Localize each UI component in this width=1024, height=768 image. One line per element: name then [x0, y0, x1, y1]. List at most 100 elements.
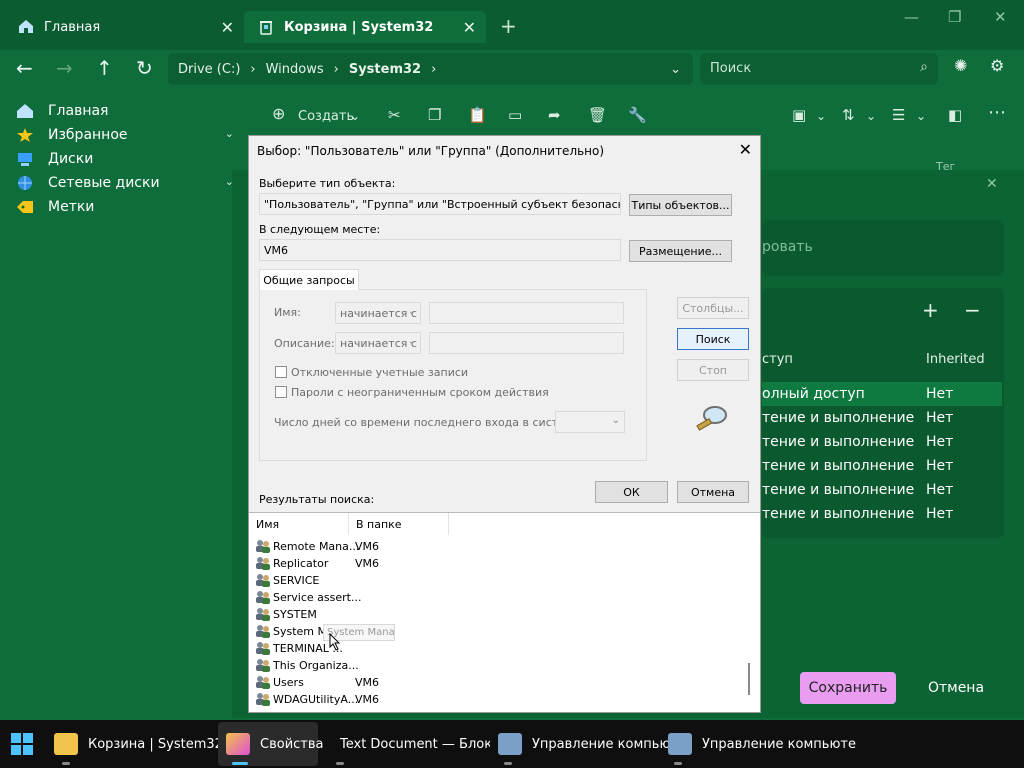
share-icon[interactable]: ➦: [548, 106, 561, 124]
close-icon[interactable]: ✕: [463, 18, 476, 37]
cut-icon[interactable]: ✂: [388, 106, 401, 124]
breadcrumb-item[interactable]: Windows: [266, 62, 324, 77]
list-item[interactable]: Replicator VM6: [255, 555, 735, 572]
rename-icon[interactable]: ▭: [508, 106, 522, 124]
paste-icon[interactable]: 📋: [468, 106, 487, 124]
breadcrumb[interactable]: Drive (C:) › Windows › System32 › ⌄: [168, 53, 693, 85]
name-input[interactable]: [429, 302, 624, 324]
taskbar-app-notepad[interactable]: Text Document — Блок: [330, 732, 490, 756]
view-icon[interactable]: ☰: [892, 106, 905, 124]
list-item[interactable]: Service assert...: [255, 589, 735, 606]
add-icon[interactable]: ⊕: [272, 104, 285, 123]
chevron-down-icon[interactable]: ⌄: [670, 62, 681, 77]
permission-row[interactable]: олный доступ Нет: [762, 382, 1002, 406]
forward-icon[interactable]: →: [56, 56, 73, 80]
ok-button[interactable]: ОК: [595, 481, 668, 503]
delete-icon[interactable]: 🗑: [588, 106, 607, 124]
add-icon[interactable]: +: [922, 298, 939, 322]
close-icon[interactable]: ✕: [739, 140, 752, 159]
breadcrumb-item[interactable]: System32: [349, 62, 421, 77]
permission-row[interactable]: тение и выполнение Нет: [762, 502, 1002, 526]
permission-row[interactable]: тение и выполнение Нет: [762, 430, 1002, 454]
up-icon[interactable]: ↑: [96, 56, 113, 80]
back-icon[interactable]: ←: [16, 56, 33, 80]
chevron-down-icon[interactable]: ⌄: [816, 109, 826, 123]
user-group-icon: [255, 624, 271, 639]
select-icon[interactable]: ▣: [792, 106, 806, 124]
permission-row[interactable]: тение и выполнение Нет: [762, 454, 1002, 478]
search-button[interactable]: Поиск: [677, 328, 749, 350]
list-item[interactable]: SYSTEM: [255, 606, 735, 623]
permission-row[interactable]: тение и выполнение Нет: [762, 406, 1002, 430]
permission-row[interactable]: тение и выполнение Нет: [762, 478, 1002, 502]
minimize-icon[interactable]: —: [904, 8, 919, 26]
taskbar-app-computer-management-2[interactable]: Управление компьюте: [668, 732, 856, 756]
tab-home[interactable]: Главная ✕: [4, 11, 244, 43]
taskbar-app-explorer[interactable]: Корзина | System32 (2): [54, 732, 245, 756]
taskbar-app-label: Управление компьюте: [532, 736, 686, 752]
chevron-down-icon[interactable]: ⌄: [866, 109, 876, 123]
close-icon[interactable]: ✕: [221, 18, 234, 37]
list-item[interactable]: Remote Mana... VM6: [255, 538, 735, 555]
start-icon[interactable]: [10, 732, 34, 760]
chevron-down-icon[interactable]: ⌄: [225, 127, 234, 140]
preview-pane-icon[interactable]: ◧: [948, 106, 962, 124]
copy-icon[interactable]: ❐: [428, 106, 441, 124]
taskbar-app-computer-management-1[interactable]: Управление компьюте: [498, 732, 686, 756]
tab-system32[interactable]: Корзина | System32 ✕: [244, 11, 486, 43]
sidebar-item-drives[interactable]: Диски: [16, 147, 93, 171]
create-button[interactable]: Создать: [298, 109, 354, 124]
columns-button[interactable]: Столбцы...: [677, 297, 749, 319]
tab-common-queries[interactable]: Общие запросы: [259, 269, 359, 290]
tab-label: Главная: [44, 19, 101, 35]
sidebar-item-tags[interactable]: Метки: [16, 195, 94, 219]
save-button[interactable]: Сохранить: [800, 672, 896, 704]
properties-icon[interactable]: 🔧: [628, 106, 647, 124]
cancel-button[interactable]: Отмена: [906, 672, 1006, 704]
more-icon[interactable]: ⋯: [988, 102, 1006, 123]
scrollbar[interactable]: [740, 513, 757, 711]
name-condition-select[interactable]: начинается с ⌄: [335, 302, 421, 324]
description-condition-select[interactable]: начинается с ⌄: [335, 332, 421, 354]
search-placeholder: Поиск: [710, 61, 752, 76]
chevron-down-icon[interactable]: ⌄: [350, 109, 360, 123]
taskbar-app-properties[interactable]: Свойства: [226, 732, 324, 756]
location-button[interactable]: Размещение...: [629, 240, 732, 262]
sidebar-item-favorites[interactable]: Избранное ⌄: [16, 123, 240, 147]
refresh-icon[interactable]: ↻: [136, 56, 153, 80]
close-icon[interactable]: ✕: [986, 176, 998, 192]
list-item[interactable]: TERMINAL ...: [255, 640, 735, 657]
dialog-cancel-button[interactable]: Отмена: [677, 481, 749, 503]
chevron-right-icon: ›: [333, 61, 339, 77]
stop-button[interactable]: Стоп: [677, 359, 749, 381]
sidebar-item-network-drives[interactable]: Сетевые диски ⌄: [16, 171, 240, 195]
list-item[interactable]: SERVICE: [255, 572, 735, 589]
object-types-button[interactable]: Типы объектов...: [629, 194, 732, 216]
gear-icon[interactable]: ⚙: [990, 56, 1004, 75]
sidebar-item-home[interactable]: Главная: [16, 99, 108, 123]
user-group-icon: [255, 539, 271, 554]
sort-icon[interactable]: ⇅: [842, 106, 855, 124]
list-item[interactable]: Users VM6: [255, 674, 735, 691]
disabled-accounts-checkbox[interactable]: [275, 366, 287, 378]
chevron-down-icon[interactable]: ⌄: [916, 109, 926, 123]
no-expire-checkbox[interactable]: [275, 386, 287, 398]
location-field: VM6: [259, 239, 621, 261]
close-window-icon[interactable]: ✕: [994, 8, 1007, 26]
description-input[interactable]: [429, 332, 624, 354]
spinner-icon[interactable]: ✺: [954, 56, 967, 75]
list-item[interactable]: This Organiza...: [255, 657, 735, 674]
days-since-logon-select[interactable]: ⌄: [555, 411, 625, 433]
list-item[interactable]: WDAGUtilityA... VM6: [255, 691, 735, 708]
search-input[interactable]: Поиск ⌕: [700, 53, 938, 85]
result-folder: VM6: [355, 693, 380, 706]
computer-management-icon: [668, 733, 692, 755]
remove-icon[interactable]: −: [964, 298, 981, 322]
breadcrumb-item[interactable]: Drive (C:): [178, 62, 240, 77]
column-header-folder[interactable]: В папке: [349, 513, 449, 535]
maximize-icon[interactable]: ❐: [948, 8, 961, 26]
new-tab-button[interactable]: +: [500, 14, 517, 38]
column-header-name[interactable]: Имя: [249, 513, 349, 535]
scrollbar-thumb[interactable]: [748, 663, 750, 695]
sidebar: Главная Избранное ⌄ Диски Сетевые диски …: [0, 96, 240, 236]
